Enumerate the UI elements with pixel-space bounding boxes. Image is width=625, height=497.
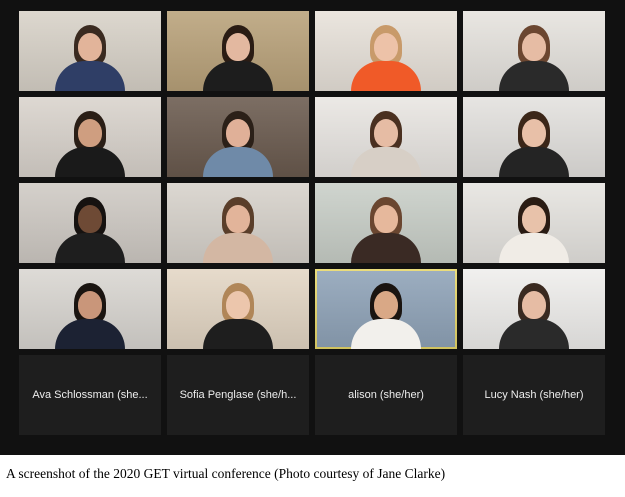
participant-video-tile[interactable] [167,183,309,263]
participant-video-tile[interactable] [315,11,457,91]
active-speaker-video-tile[interactable] [315,269,457,349]
participant-face [374,291,398,319]
participant-face [226,205,250,233]
participant-gallery: Ava Schlossman (she... Sofia Penglase (s… [19,11,605,435]
participant-face [226,291,250,319]
participant-video-tile[interactable] [463,11,605,91]
participant-video-tile[interactable] [19,183,161,263]
participant-face [78,205,102,233]
participant-video-tile[interactable] [315,183,457,263]
participant-video-tile[interactable] [19,11,161,91]
participant-face [78,291,102,319]
participant-face [522,291,546,319]
participant-face [78,119,102,147]
participant-video-tile[interactable] [463,97,605,177]
participant-name-tile[interactable]: Ava Schlossman (she... [19,355,161,435]
participant-face [522,119,546,147]
participant-video-tile[interactable] [463,183,605,263]
participant-face [374,205,398,233]
participant-name: Lucy Nash (she/her) [484,389,584,401]
participant-name: Ava Schlossman (she... [32,389,148,401]
participant-face [522,205,546,233]
participant-name-tile[interactable]: Sofia Penglase (she/h... [167,355,309,435]
participant-face [374,119,398,147]
photo-caption: A screenshot of the 2020 GET virtual con… [6,466,446,481]
participant-face [78,33,102,61]
participant-name: alison (she/her) [348,389,424,401]
participant-video-tile[interactable] [19,97,161,177]
participant-video-tile[interactable] [19,269,161,349]
participant-face [226,33,250,61]
participant-name: Sofia Penglase (she/h... [179,389,297,401]
participant-name-tile[interactable]: Lucy Nash (she/her) [463,355,605,435]
participant-name-tile[interactable]: alison (she/her) [315,355,457,435]
participant-video-tile[interactable] [167,11,309,91]
participant-face [226,119,250,147]
participant-video-tile[interactable] [463,269,605,349]
participant-face [522,33,546,61]
participant-video-tile[interactable] [167,269,309,349]
video-conference-window: Ava Schlossman (she... Sofia Penglase (s… [0,0,625,455]
participant-face [374,33,398,61]
participant-video-tile[interactable] [167,97,309,177]
participant-video-tile[interactable] [315,97,457,177]
